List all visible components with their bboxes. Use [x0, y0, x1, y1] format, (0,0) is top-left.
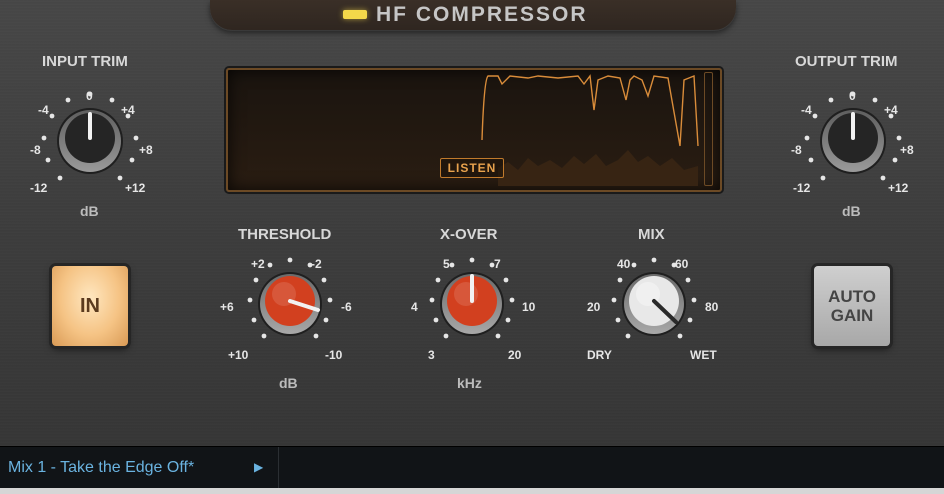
input-trim-tick: +12	[125, 181, 146, 195]
xover-label: X-OVER	[440, 226, 498, 243]
mix-tick: DRY	[587, 348, 612, 362]
output-trim-tick: -8	[791, 143, 802, 157]
preset-name[interactable]: Mix 1 - Take the Edge Off*	[8, 459, 194, 477]
output-trim-unit: dB	[842, 203, 861, 219]
input-trim-unit: dB	[80, 203, 99, 219]
xover-tick: 5	[443, 257, 450, 271]
listen-button[interactable]: LISTEN	[440, 158, 504, 178]
input-trim-tick: -8	[30, 143, 41, 157]
host-track-strip	[0, 488, 944, 494]
output-trim-tick: +4	[884, 103, 898, 117]
auto-gain-button[interactable]: AUTO GAIN	[814, 266, 890, 346]
plugin-title: HF COMPRESSOR	[376, 3, 588, 26]
xover-tick: 7	[494, 257, 501, 271]
output-trim-tick: 0	[849, 89, 856, 103]
play-icon[interactable]: ▶	[254, 460, 263, 474]
threshold-tick: +10	[228, 348, 249, 362]
footer-divider	[278, 447, 279, 489]
threshold-knob[interactable]	[232, 252, 348, 362]
mix-label: MIX	[638, 226, 665, 243]
in-button-label: IN	[80, 294, 100, 317]
threshold-unit: dB	[279, 375, 298, 391]
mix-tick: 20	[587, 300, 601, 314]
xover-knob[interactable]	[414, 252, 530, 362]
threshold-tick: -10	[325, 348, 343, 362]
display-scrollbar[interactable]	[704, 72, 713, 186]
input-trim-tick: +8	[139, 143, 153, 157]
auto-gain-label-line2: GAIN	[830, 306, 874, 325]
output-trim-label: OUTPUT TRIM	[795, 53, 898, 70]
xover-tick: 10	[522, 300, 536, 314]
xover-tick: 4	[411, 300, 418, 314]
input-trim-tick: +4	[121, 103, 135, 117]
plugin-panel: HF COMPRESSOR INPUT TRIM -4 0 +4 -8 +8 -…	[0, 0, 944, 446]
auto-gain-label-line1: AUTO	[828, 287, 876, 306]
threshold-tick: +6	[220, 300, 234, 314]
threshold-tick: -6	[341, 300, 352, 314]
output-trim-tick: -4	[801, 103, 812, 117]
mix-tick: WET	[690, 348, 717, 362]
threshold-tick: +2	[251, 257, 265, 271]
power-led-icon	[343, 10, 367, 19]
input-trim-tick: -12	[30, 181, 48, 195]
threshold-tick: -2	[311, 257, 322, 271]
in-bypass-button[interactable]: IN	[52, 266, 128, 346]
mix-tick: 80	[705, 300, 719, 314]
input-trim-tick: 0	[86, 89, 93, 103]
output-trim-tick: +12	[888, 181, 909, 195]
output-trim-tick: +8	[900, 143, 914, 157]
input-trim-tick: -4	[38, 103, 49, 117]
mix-tick: 60	[675, 257, 689, 271]
input-trim-label: INPUT TRIM	[42, 53, 128, 70]
mix-tick: 40	[617, 257, 631, 271]
xover-tick: 3	[428, 348, 435, 362]
mix-knob[interactable]	[596, 252, 712, 362]
preset-bar: Mix 1 - Take the Edge Off* ▶	[0, 446, 944, 489]
output-trim-tick: -12	[793, 181, 811, 195]
xover-tick: 20	[508, 348, 522, 362]
xover-unit: kHz	[457, 375, 482, 391]
threshold-label: THRESHOLD	[238, 226, 332, 243]
